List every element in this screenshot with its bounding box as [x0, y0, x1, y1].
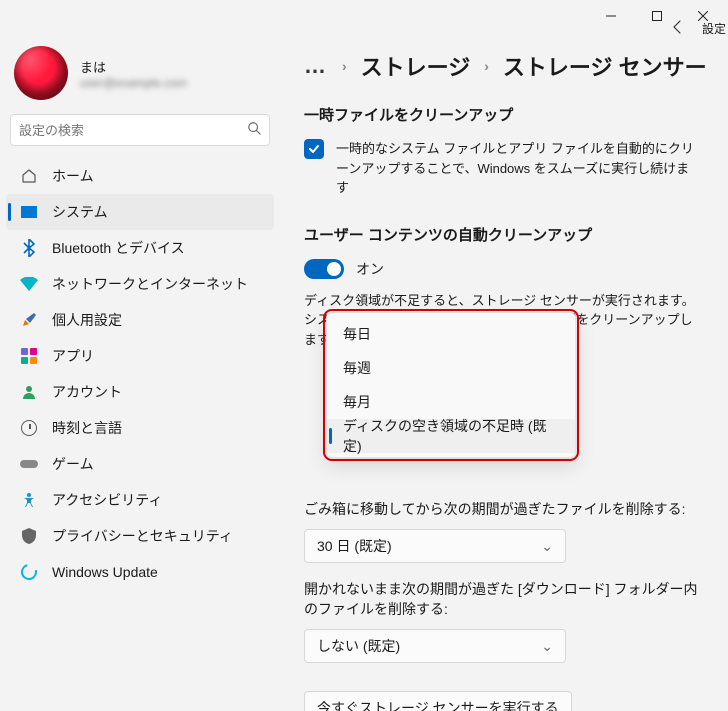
nav-label: アカウント: [52, 382, 122, 402]
run-storage-sense-button[interactable]: 今すぐストレージ センサーを実行する: [304, 691, 572, 711]
page-title: ストレージ センサー: [503, 50, 707, 82]
search-box[interactable]: [10, 114, 270, 146]
avatar: [14, 46, 68, 100]
section-auto-heading: ユーザー コンテンツの自動クリーンアップ: [304, 224, 702, 245]
home-icon: [20, 167, 38, 185]
system-icon: [20, 203, 38, 221]
toggle-state-label: オン: [356, 259, 384, 279]
window-titlebar: 設定: [0, 0, 728, 32]
nav-label: 個人用設定: [52, 310, 122, 330]
nav-accessibility[interactable]: アクセシビリティ: [6, 482, 274, 518]
user-name: まは: [80, 57, 187, 76]
nav-system[interactable]: システム: [6, 194, 274, 230]
recycle-select[interactable]: 30 日 (既定) ⌄: [304, 529, 566, 563]
update-icon: [20, 563, 38, 581]
search-icon: [247, 121, 261, 140]
section-temp-heading: 一時ファイルをクリーンアップ: [304, 104, 702, 125]
auto-clean-temp-checkbox[interactable]: [304, 139, 324, 159]
schedule-option-daily[interactable]: 毎日: [327, 317, 575, 351]
breadcrumb-storage[interactable]: ストレージ: [361, 50, 471, 82]
nav-bluetooth[interactable]: Bluetooth とデバイス: [6, 230, 274, 266]
chevron-right-icon: ›: [484, 58, 489, 74]
minimize-button[interactable]: [588, 0, 634, 32]
downloads-label: 開かれないまま次の期間が過ぎた [ダウンロード] フォルダー内のファイルを削除す…: [304, 579, 702, 619]
nav-label: Bluetooth とデバイス: [52, 238, 185, 258]
chevron-down-icon: ⌄: [541, 538, 553, 555]
accessibility-icon: [20, 491, 38, 509]
search-input[interactable]: [19, 123, 247, 138]
nav-privacy[interactable]: プライバシーとセキュリティ: [6, 518, 274, 554]
nav-apps[interactable]: アプリ: [6, 338, 274, 374]
personalization-icon: [20, 311, 38, 329]
button-label: 今すぐストレージ センサーを実行する: [317, 698, 559, 711]
apps-icon: [20, 347, 38, 365]
nav-windows-update[interactable]: Windows Update: [6, 554, 274, 590]
nav-network[interactable]: ネットワークとインターネット: [6, 266, 274, 302]
schedule-option-weekly[interactable]: 毎週: [327, 351, 575, 385]
select-value: しない (既定): [317, 636, 400, 656]
recycle-label: ごみ箱に移動してから次の期間が過ぎたファイルを削除する:: [304, 499, 702, 519]
chevron-down-icon: ⌄: [541, 638, 553, 655]
schedule-option-monthly[interactable]: 毎月: [327, 385, 575, 419]
nav-label: 時刻と言語: [52, 418, 122, 438]
nav-time-language[interactable]: 時刻と言語: [6, 410, 274, 446]
auto-clean-temp-label: 一時的なシステム ファイルとアプリ ファイルを自動的にクリーンアップすることで、…: [336, 139, 702, 198]
clock-icon: [20, 419, 38, 437]
network-icon: [20, 275, 38, 293]
nav-label: システム: [52, 202, 108, 222]
breadcrumb: … › ストレージ › ストレージ センサー: [304, 50, 702, 82]
bluetooth-icon: [20, 239, 38, 257]
nav-account[interactable]: アカウント: [6, 374, 274, 410]
nav: ホーム システム Bluetooth とデバイス ネットワークとインターネット …: [6, 156, 274, 590]
nav-label: アクセシビリティ: [52, 490, 162, 510]
nav-label: Windows Update: [52, 564, 158, 580]
nav-personalization[interactable]: 個人用設定: [6, 302, 274, 338]
nav-label: ネットワークとインターネット: [52, 274, 248, 294]
breadcrumb-ellipsis[interactable]: …: [304, 53, 328, 79]
nav-label: プライバシーとセキュリティ: [52, 526, 233, 546]
nav-home[interactable]: ホーム: [6, 158, 274, 194]
nav-game[interactable]: ゲーム: [6, 446, 274, 482]
nav-label: ゲーム: [52, 454, 94, 474]
game-icon: [20, 455, 38, 473]
auto-clean-toggle[interactable]: [304, 259, 344, 279]
account-icon: [20, 383, 38, 401]
schedule-option-low-space[interactable]: ディスクの空き領域の不足時 (既定): [327, 419, 575, 453]
nav-label: アプリ: [52, 346, 94, 366]
select-value: 30 日 (既定): [317, 536, 392, 556]
user-block[interactable]: まは user@example.com: [6, 42, 274, 114]
nav-label: ホーム: [52, 166, 94, 186]
shield-icon: [20, 527, 38, 545]
downloads-select[interactable]: しない (既定) ⌄: [304, 629, 566, 663]
user-sub: user@example.com: [80, 76, 187, 90]
schedule-dropdown[interactable]: 毎日 毎週 毎月 ディスクの空き領域の不足時 (既定): [326, 312, 576, 458]
chevron-right-icon: ›: [342, 58, 347, 74]
sidebar: まは user@example.com ホーム システム: [0, 32, 280, 711]
